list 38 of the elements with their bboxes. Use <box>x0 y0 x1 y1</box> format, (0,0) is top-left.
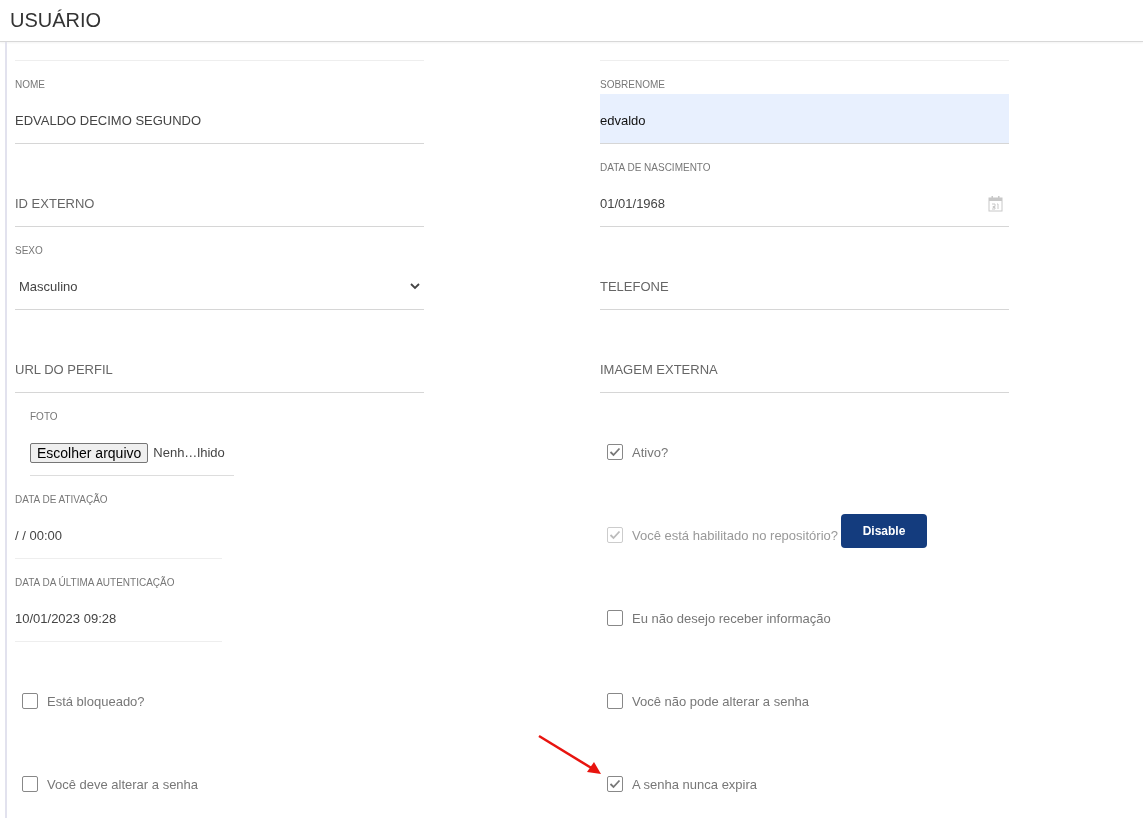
chevron-down-icon <box>410 283 420 290</box>
text-field[interactable]: TELEFONE <box>600 260 1009 310</box>
field-label: FOTO <box>30 411 58 422</box>
field-label: DATA DE ATIVAÇÃO <box>15 494 108 505</box>
checkbox[interactable] <box>22 693 38 709</box>
checkbox-label: Você não pode alterar a senha <box>632 693 810 709</box>
text-field[interactable]: IMAGEM EXTERNA <box>600 343 1009 393</box>
checkmark-icon <box>609 530 621 540</box>
checkmark-icon <box>609 779 621 789</box>
text-field[interactable]: ID EXTERNO <box>15 177 424 227</box>
checkbox[interactable] <box>607 693 623 709</box>
checkmark-icon <box>609 447 621 457</box>
date-time-value: / / 00:00 <box>15 509 222 559</box>
date-field[interactable]: 01/01/1968 <box>600 177 1009 227</box>
select-field[interactable]: Masculino <box>15 260 424 310</box>
text-field[interactable]: EDVALDO DECIMO SEGUNDO <box>15 94 424 144</box>
field-label: DATA DA ÚLTIMA AUTENTICAÇÃO <box>15 577 175 588</box>
file-status: Nenh…lhido <box>153 445 225 460</box>
checkbox-label: Você está habilitado no repositório? <box>632 527 838 543</box>
checkbox-label: Ativo? <box>632 444 669 460</box>
annotation-arrow <box>537 734 603 776</box>
page-title: USUÁRIO <box>10 9 102 32</box>
choose-file-button[interactable]: Escolher arquivo <box>30 442 149 463</box>
checkbox-label: A senha nunca expira <box>632 776 758 792</box>
checkbox-label: Está bloqueado? <box>47 693 145 709</box>
checkbox-label: Eu não desejo receber informação <box>632 610 831 626</box>
checkbox-label: Você deve alterar a senha <box>47 776 199 792</box>
field-label: SEXO <box>15 245 43 256</box>
checkbox[interactable] <box>607 444 623 460</box>
text-field[interactable]: URL DO PERFIL <box>15 343 424 393</box>
field-label: DATA DE NASCIMENTO <box>600 162 711 173</box>
field-label: SOBRENOME <box>600 79 665 90</box>
checkbox[interactable] <box>607 610 623 626</box>
checkbox[interactable] <box>22 776 38 792</box>
date-time-value: 10/01/2023 09:28 <box>15 592 222 642</box>
text-field[interactable]: edvaldo <box>600 94 1009 144</box>
checkbox[interactable] <box>607 776 623 792</box>
field-label: NOME <box>15 79 45 90</box>
